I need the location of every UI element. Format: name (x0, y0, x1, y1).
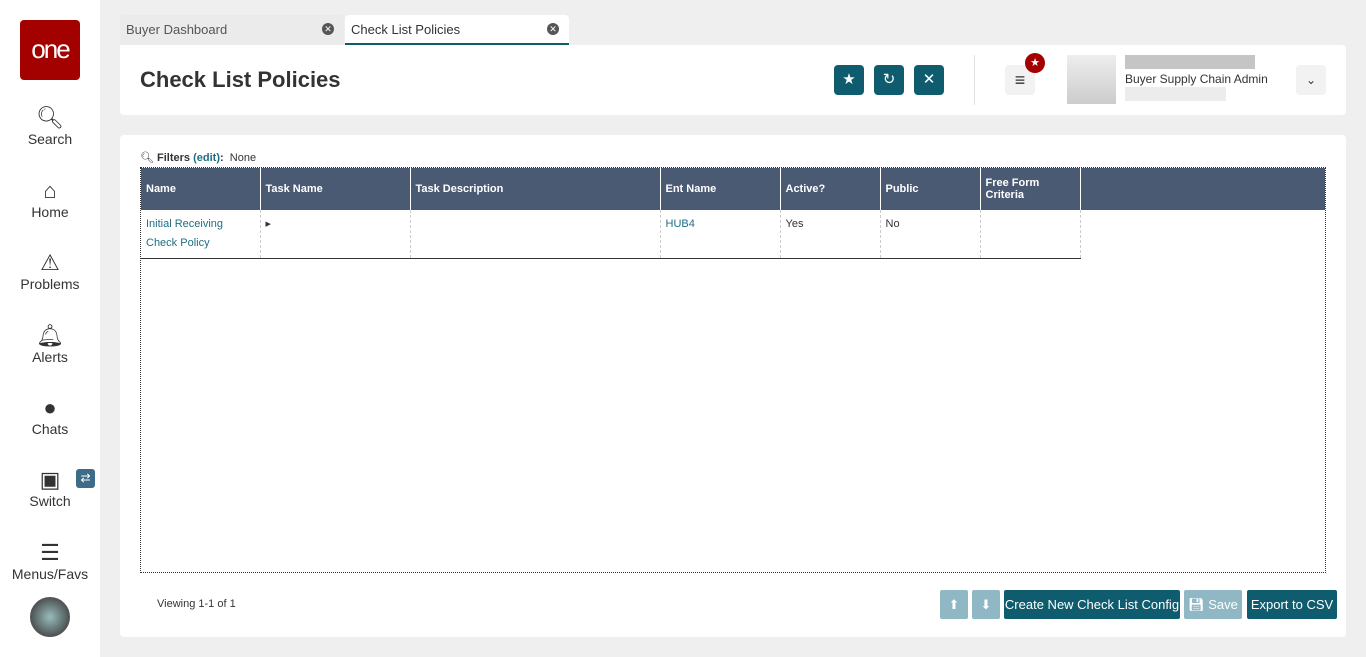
home-icon: ⌂ (43, 178, 57, 203)
user-org-redacted (1125, 87, 1226, 101)
user-photo (1067, 55, 1116, 104)
cell-name[interactable]: Initial Receiving Check Policy (141, 210, 261, 259)
close-tab-icon[interactable]: ✕ (547, 23, 559, 35)
nav-label: Menus/Favs (11, 566, 89, 582)
filters-edit-link[interactable]: (edit) (193, 152, 220, 164)
save-button[interactable]: 💾︎ Save (1184, 590, 1242, 619)
col-active[interactable]: Active? (780, 168, 881, 210)
col-public[interactable]: Public (880, 168, 981, 210)
page-header: Check List Policies ★ ↻ ✕ ≡ ★ Buyer Supp… (120, 45, 1346, 115)
col-free-form-criteria[interactable]: Free Form Criteria (980, 168, 1081, 210)
table-header-row: Name Task Name Task Description Ent Name… (141, 168, 1081, 210)
export-csv-button[interactable]: Export to CSV (1247, 590, 1337, 619)
switch-arrows-icon: ⇄ (76, 469, 95, 488)
user-role: Buyer Supply Chain Admin (1125, 72, 1268, 86)
chevron-down-icon: ⌄ (1305, 73, 1317, 87)
move-up-button[interactable]: ⬆ (940, 590, 968, 619)
close-button[interactable]: ✕ (914, 65, 944, 95)
header-fill (1080, 168, 1325, 210)
warning-icon: ⚠ (40, 250, 60, 275)
floppy-disk-icon: 💾︎ (1188, 597, 1205, 612)
nav-alerts[interactable]: 🔔︎ Alerts (0, 323, 100, 365)
create-new-check-list-config-button[interactable]: Create New Check List Config (1004, 590, 1180, 619)
nav-chats[interactable]: ● Chats (0, 395, 100, 437)
cell-task-description (410, 210, 661, 259)
cell-task-name[interactable]: ▶ (260, 210, 411, 259)
cell-ent-name[interactable]: HUB4 (660, 210, 781, 259)
nav-label: Chats (31, 421, 69, 437)
filters-label: Filters (157, 152, 191, 164)
divider (974, 55, 975, 105)
nav-label: Problems (20, 276, 80, 292)
tab-buyer-dashboard[interactable]: Buyer Dashboard ✕ (120, 15, 344, 45)
refresh-button[interactable]: ↻ (874, 65, 904, 95)
logo[interactable]: one (20, 20, 80, 80)
sidebar: one 🔍︎ Search ⌂ Home ⚠ Problems 🔔︎ Alerts ● C… (0, 0, 100, 657)
cell-free-form-criteria (980, 210, 1081, 259)
col-ent-name[interactable]: Ent Name (660, 168, 781, 210)
move-down-button[interactable]: ⬇ (972, 590, 1000, 619)
col-name[interactable]: Name (141, 168, 261, 210)
star-icon: ★ (842, 71, 856, 88)
nav-home[interactable]: ⌂ Home (0, 178, 100, 220)
menu-icon: ☰ (40, 540, 60, 565)
nav-label: Search (27, 131, 73, 147)
page-title: Check List Policies (140, 67, 341, 92)
search-icon: 🔍︎ (36, 105, 64, 130)
close-icon: ✕ (922, 71, 936, 88)
pagination-info: Viewing 1-1 of 1 (157, 598, 236, 610)
nav-menus-favs[interactable]: ☰ Menus/Favs (0, 540, 100, 582)
filters-colon: : (220, 152, 224, 164)
data-grid: Name Task Name Task Description Ent Name… (140, 167, 1326, 573)
content-panel: 🔍︎ Filters (edit): None Name Task Name T… (120, 135, 1346, 637)
bell-icon: 🔔︎ (36, 323, 64, 348)
nav-problems[interactable]: ⚠ Problems (0, 250, 100, 292)
cell-public: No (880, 210, 981, 259)
arrow-up-icon: ⬆ (948, 597, 960, 612)
hamburger-icon: ≡ (1014, 70, 1026, 90)
nav-label: Switch (29, 493, 71, 509)
nav-label: Alerts (32, 349, 68, 365)
filters-bar: 🔍︎ Filters (edit): None (140, 151, 256, 164)
assistant-avatar[interactable] (30, 597, 70, 637)
cell-active: Yes (780, 210, 881, 259)
favorite-button[interactable]: ★ (834, 65, 864, 95)
close-tab-icon[interactable]: ✕ (322, 23, 334, 35)
nav-search[interactable]: 🔍︎ Search (0, 105, 100, 147)
nav-label: Home (31, 204, 69, 220)
favorites-star-icon[interactable]: ★ (1025, 53, 1045, 73)
expand-arrow-icon[interactable]: ▶ (266, 221, 271, 228)
policies-table: Name Task Name Task Description Ent Name… (141, 168, 1081, 259)
user-dropdown-button[interactable]: ⌄ (1296, 65, 1326, 95)
user-name-redacted (1125, 55, 1255, 69)
filters-value: None (229, 152, 257, 164)
table-row[interactable]: Initial Receiving Check Policy ▶ HUB4 Ye… (141, 210, 1081, 259)
col-task-description[interactable]: Task Description (410, 168, 661, 210)
refresh-icon: ↻ (882, 71, 896, 88)
search-icon: 🔍︎ (140, 152, 154, 164)
tab-check-list-policies[interactable]: Check List Policies ✕ (345, 15, 569, 45)
tab-label: Check List Policies (351, 22, 461, 37)
chat-icon: ● (43, 395, 57, 420)
col-task-name[interactable]: Task Name (260, 168, 411, 210)
arrow-down-icon: ⬇ (980, 597, 992, 612)
save-label: Save (1208, 597, 1238, 612)
tab-label: Buyer Dashboard (126, 22, 228, 37)
